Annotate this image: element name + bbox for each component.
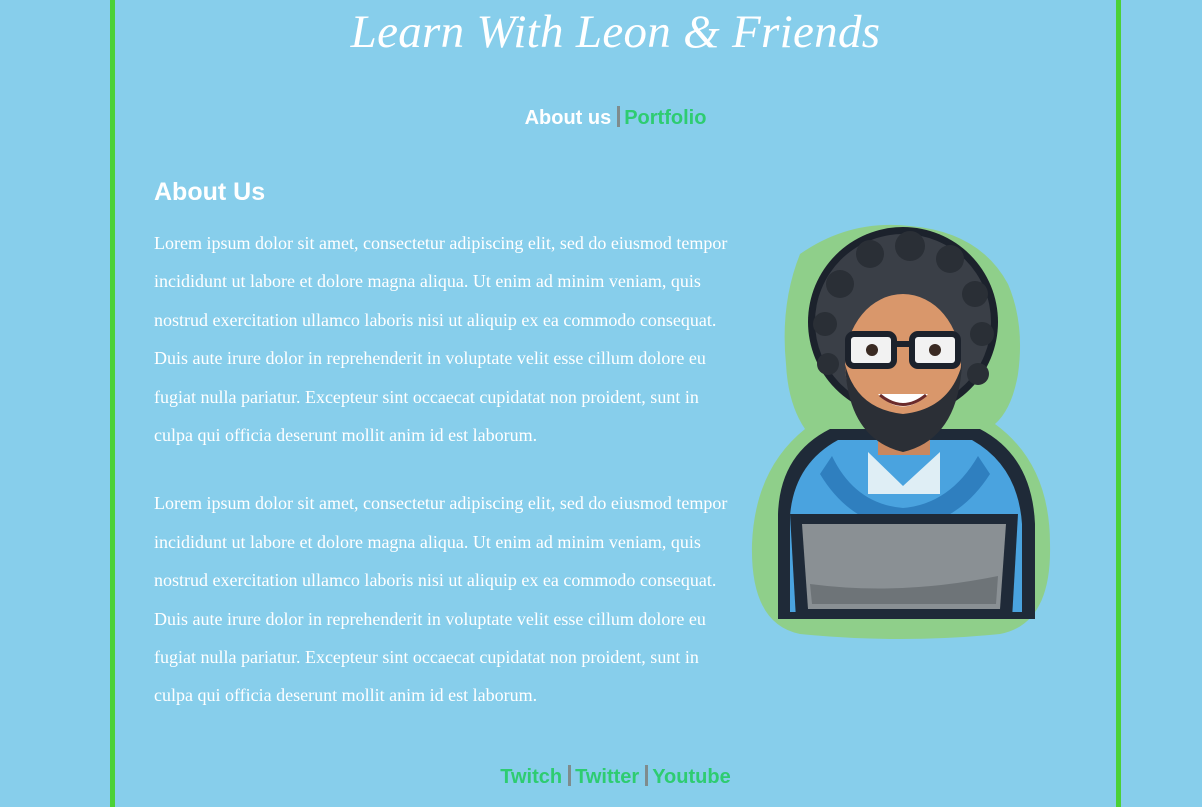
site-title: Learn With Leon & Friends [350, 6, 881, 58]
footer-separator [645, 765, 649, 786]
page-container: Learn With Leon & Friends About us Portfo… [110, 0, 1121, 807]
nav-separator [617, 106, 621, 127]
about-content: Lorem ipsum dolor sit amet, consectetur … [154, 224, 1056, 745]
nav-link-about-us[interactable]: About us [525, 107, 612, 129]
leon-avatar-illustration [751, 224, 1051, 640]
top-nav: About us Portfolio [115, 103, 1116, 133]
footer-link-twitter[interactable]: Twitter [575, 766, 639, 788]
footer-link-twitch[interactable]: Twitch [500, 766, 562, 788]
footer-nav: Twitch Twitter Youtube [115, 762, 1116, 792]
footer-link-youtube[interactable]: Youtube [652, 766, 731, 788]
about-us-heading: About Us [154, 178, 266, 206]
footer-separator [568, 765, 572, 786]
nav-link-portfolio[interactable]: Portfolio [624, 107, 706, 129]
